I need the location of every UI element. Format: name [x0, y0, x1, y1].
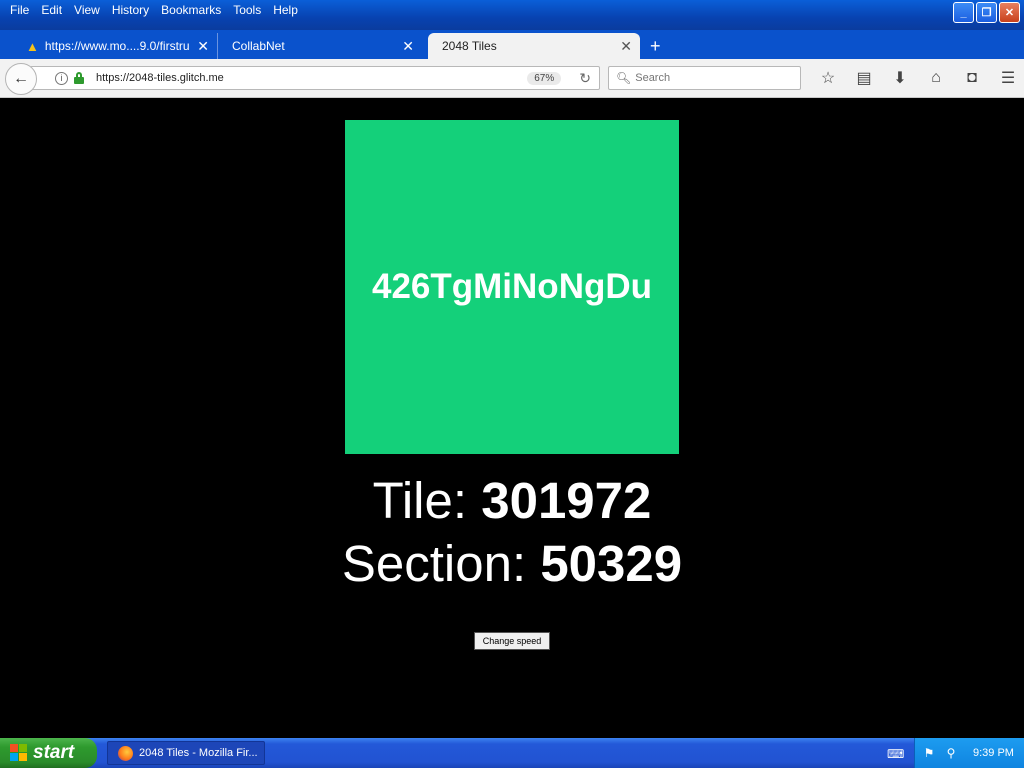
reload-icon[interactable]: ↻ — [579, 70, 591, 87]
tile-code: 426TgMiNoNgDu — [372, 267, 652, 306]
system-tray: ⚑ ⚲ 9:39 PM — [914, 738, 1024, 768]
navigation-bar: i https://2048-tiles.glitch.me 67% ↻ ← 🔍… — [0, 59, 1024, 98]
menu-bookmarks[interactable]: Bookmarks — [155, 3, 227, 17]
section-value: 50329 — [540, 535, 683, 592]
change-speed-button[interactable]: Change speed — [474, 632, 550, 650]
menu-tools[interactable]: Tools — [227, 3, 267, 17]
bookmark-star-icon[interactable]: ☆ — [810, 67, 846, 89]
menu-view[interactable]: View — [68, 3, 106, 17]
tile-value: 301972 — [481, 472, 652, 529]
menu-help[interactable]: Help — [267, 3, 304, 17]
keyboard-icon[interactable]: ⌨ — [887, 747, 904, 761]
taskbar-item-firefox[interactable]: 2048 Tiles - Mozilla Fir... — [107, 741, 265, 765]
url-text[interactable]: https://2048-tiles.glitch.me — [96, 72, 527, 84]
plus-icon: + — [650, 35, 661, 56]
menu-file[interactable]: File — [4, 3, 35, 17]
hamburger-menu-icon[interactable]: ☰ — [990, 67, 1024, 89]
pocket-icon[interactable]: ◘ — [954, 67, 990, 89]
firefox-icon — [118, 745, 133, 761]
tab-close-icon[interactable]: ✕ — [402, 38, 414, 55]
minimize-button[interactable]: _ — [953, 2, 974, 23]
title-bar: File Edit View History Bookmarks Tools H… — [0, 0, 1024, 30]
page-content: 426TgMiNoNgDu Tile: 301972 Section: 5032… — [0, 99, 1024, 739]
menu-bar: File Edit View History Bookmarks Tools H… — [4, 0, 304, 20]
lock-icon[interactable] — [74, 72, 84, 84]
restore-button[interactable]: ❐ — [976, 2, 997, 23]
zoom-level[interactable]: 67% — [527, 71, 562, 85]
tile-label: Tile: — [372, 472, 468, 529]
menu-history[interactable]: History — [106, 3, 155, 17]
tab-collabnet[interactable]: CollabNet ✕ — [217, 33, 422, 59]
network-icon[interactable]: ⚑ — [921, 745, 937, 761]
search-icon: 🔍︎ — [616, 71, 632, 85]
download-icon[interactable]: ⬇ — [882, 67, 918, 89]
taskbar-item-label: 2048 Tiles - Mozilla Fir... — [139, 747, 258, 759]
minimize-icon: _ — [960, 6, 967, 19]
menu-edit[interactable]: Edit — [35, 3, 68, 17]
url-bar[interactable]: i https://2048-tiles.glitch.me 67% ↻ — [30, 66, 600, 90]
close-icon: ✕ — [1004, 7, 1015, 19]
restore-icon: ❐ — [981, 7, 992, 19]
search-input[interactable] — [635, 72, 796, 84]
window-controls: _ ❐ ✕ — [953, 2, 1020, 23]
section-counter: Section: 50329 — [0, 538, 1024, 589]
tab-2048-tiles[interactable]: 2048 Tiles ✕ — [428, 33, 640, 59]
tab-close-icon[interactable]: ✕ — [197, 38, 209, 55]
search-tray-icon[interactable]: ⚲ — [943, 745, 959, 761]
tab-close-icon[interactable]: ✕ — [620, 38, 632, 55]
new-tab-button[interactable]: + — [650, 33, 661, 59]
warning-icon: ▲ — [26, 38, 39, 54]
color-tile: 426TgMiNoNgDu — [345, 120, 679, 454]
tab-firstrun[interactable]: ▲ https://www.mo....9.0/firstrun/ ✕ — [12, 33, 217, 59]
section-label: Section: — [341, 535, 527, 592]
back-button[interactable]: ← — [5, 63, 37, 95]
tab-label: https://www.mo....9.0/firstrun/ — [44, 39, 190, 53]
home-icon[interactable]: ⌂ — [918, 67, 954, 89]
taskbar: start 2048 Tiles - Mozilla Fir... ⌨ ⚑ ⚲ … — [0, 738, 1024, 768]
close-window-button[interactable]: ✕ — [999, 2, 1020, 23]
start-button[interactable]: start — [0, 738, 97, 768]
tab-label: 2048 Tiles — [442, 39, 497, 53]
toolbar-icons: ☆ ▤ ⬇ ⌂ ◘ ☰ — [810, 67, 1024, 89]
tab-label: CollabNet — [232, 39, 285, 53]
reading-list-icon[interactable]: ▤ — [846, 67, 882, 89]
tab-strip: ▲ https://www.mo....9.0/firstrun/ ✕ Coll… — [0, 30, 1024, 59]
tile-counter: Tile: 301972 — [0, 475, 1024, 526]
search-bar[interactable]: 🔍︎ — [608, 66, 801, 90]
windows-logo-icon — [10, 744, 28, 762]
back-arrow-icon: ← — [13, 70, 29, 87]
clock: 9:39 PM — [973, 747, 1014, 759]
start-label: start — [33, 742, 75, 763]
info-icon[interactable]: i — [55, 71, 68, 85]
